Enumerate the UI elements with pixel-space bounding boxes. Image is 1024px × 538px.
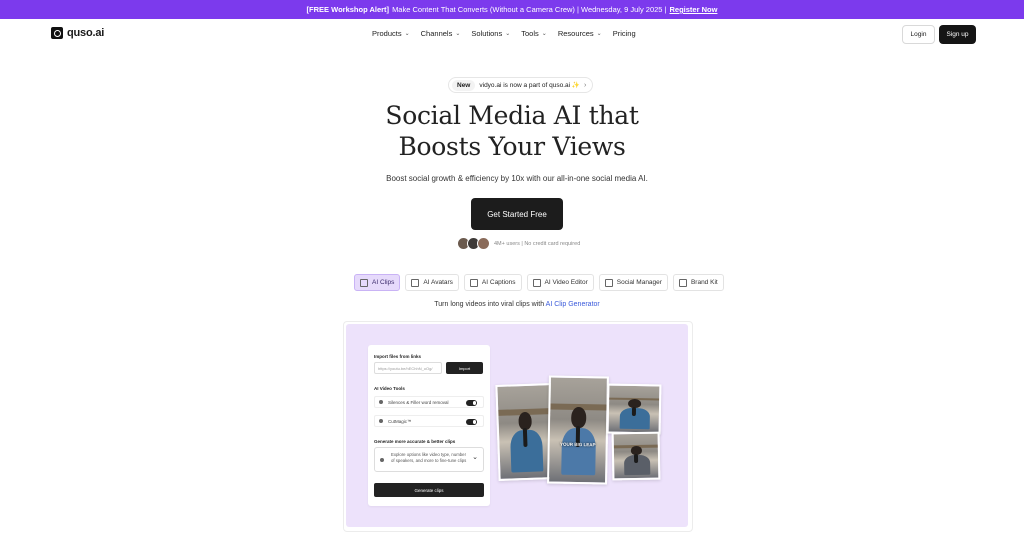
import-label: Import files from links bbox=[374, 354, 422, 359]
tab-label: AI Avatars bbox=[423, 279, 453, 286]
clip-thumbnail bbox=[495, 383, 555, 481]
avatar-icon bbox=[411, 278, 420, 287]
user-avatars bbox=[457, 237, 490, 250]
magic-icon bbox=[379, 419, 383, 423]
explore-options[interactable]: Explore options like video type, number … bbox=[374, 447, 484, 472]
chevron-down-icon: ⌄ bbox=[541, 31, 547, 37]
proof-text: 4M+ users | No credit card required bbox=[494, 240, 581, 247]
tab-label: AI Video Editor bbox=[544, 279, 588, 286]
nav-item-resources[interactable]: Resources ⌄ bbox=[558, 29, 602, 38]
scissors-icon bbox=[379, 400, 383, 404]
main-nav: Products ⌄ Channels ⌄ Solutions ⌄ Tools … bbox=[372, 29, 647, 38]
login-button[interactable]: Login bbox=[902, 25, 935, 44]
silence-removal-toggle[interactable] bbox=[466, 400, 477, 406]
generate-label: Generate more accurate & better clips bbox=[374, 439, 456, 444]
social-proof: 4M+ users | No credit card required bbox=[457, 237, 580, 250]
nav-item-channels[interactable]: Channels ⌄ bbox=[421, 29, 461, 38]
nav-label: Tools bbox=[521, 29, 539, 38]
nav-item-pricing[interactable]: Pricing bbox=[613, 29, 636, 38]
magic-wand-icon bbox=[532, 278, 541, 287]
tab-social-manager[interactable]: Social Manager bbox=[598, 274, 668, 291]
url-input[interactable]: https://youtu.be/hEChhN_oOg/ bbox=[374, 362, 442, 374]
avatar bbox=[477, 237, 490, 250]
logo-icon bbox=[51, 27, 63, 39]
nav-item-solutions[interactable]: Solutions ⌄ bbox=[471, 29, 510, 38]
clips-icon bbox=[360, 278, 368, 287]
tab-ai-captions[interactable]: AI Captions bbox=[463, 274, 522, 291]
generate-clips-button[interactable]: Generate clips bbox=[374, 483, 484, 497]
clip-thumbnail bbox=[611, 431, 661, 481]
tab-caption-text: Turn long videos into viral clips with bbox=[434, 301, 545, 308]
chevron-down-icon: ⌄ bbox=[404, 31, 410, 37]
pill-text: vidyo.ai is now a part of quso.ai ✨ bbox=[479, 82, 580, 89]
logo[interactable]: quso.ai bbox=[51, 27, 104, 39]
hero-title: Social Media AI that Boosts Your Views bbox=[0, 100, 1024, 162]
announcement-pill[interactable]: New vidyo.ai is now a part of quso.ai ✨ … bbox=[448, 77, 594, 93]
site-header: quso.ai Products ⌄ Channels ⌄ Solutions … bbox=[0, 19, 1024, 51]
tab-ai-avatars[interactable]: AI Avatars bbox=[405, 274, 459, 291]
tool-cutmagic: CutMagic™ bbox=[374, 415, 484, 427]
cutmagic-toggle[interactable] bbox=[466, 419, 477, 425]
chevron-down-icon: ⌄ bbox=[596, 31, 602, 37]
chevron-down-icon: ⌄ bbox=[455, 31, 461, 37]
ai-clip-generator-link[interactable]: AI Clip Generator bbox=[546, 301, 600, 308]
tab-caption: Turn long videos into viral clips with A… bbox=[0, 301, 1024, 308]
tab-label: Brand Kit bbox=[690, 279, 718, 286]
calendar-icon bbox=[604, 278, 613, 287]
chevron-right-icon: › bbox=[583, 81, 587, 89]
logo-text: quso.ai bbox=[67, 27, 105, 39]
chevron-down-icon: ⌄ bbox=[472, 454, 478, 461]
nav-label: Pricing bbox=[612, 29, 636, 38]
tool-silence-removal: Silences & Filler word removal bbox=[374, 396, 484, 408]
new-badge: New bbox=[452, 79, 476, 91]
tab-ai-clips[interactable]: AI Clips bbox=[354, 274, 401, 291]
banner-tag: [FREE Workshop Alert] bbox=[306, 5, 390, 14]
hero-subtitle: Boost social growth & efficiency by 10x … bbox=[386, 174, 648, 183]
nav-label: Solutions bbox=[471, 29, 503, 38]
captions-icon bbox=[469, 278, 478, 287]
clip-thumbnail bbox=[606, 383, 662, 435]
brand-kit-icon bbox=[678, 278, 687, 287]
signup-button[interactable]: Sign up bbox=[939, 25, 976, 44]
tab-label: AI Captions bbox=[481, 279, 516, 286]
nav-label: Products bbox=[372, 29, 402, 38]
tab-label: AI Clips bbox=[372, 279, 395, 286]
tool-label: CutMagic™ bbox=[388, 418, 412, 424]
import-button[interactable]: Import bbox=[446, 362, 483, 374]
feature-tabs: AI Clips AI Avatars AI Captions AI Video… bbox=[354, 274, 724, 291]
chevron-down-icon: ⌄ bbox=[505, 31, 511, 37]
hero-title-line: Social Media AI that bbox=[385, 101, 639, 130]
settings-icon bbox=[380, 458, 384, 462]
tab-label: Social Manager bbox=[616, 279, 662, 286]
explore-text: Explore options like video type, number … bbox=[391, 452, 467, 463]
nav-item-tools[interactable]: Tools ⌄ bbox=[521, 29, 547, 38]
tools-label: AI Video Tools bbox=[374, 386, 405, 391]
announcement-banner: [FREE Workshop Alert] Make Content That … bbox=[0, 0, 1024, 19]
banner-text: Make Content That Converts (Without a Ca… bbox=[392, 5, 667, 14]
register-now-link[interactable]: Register Now bbox=[670, 5, 718, 14]
tab-brand-kit[interactable]: Brand Kit bbox=[672, 274, 724, 291]
nav-item-products[interactable]: Products ⌄ bbox=[372, 29, 410, 38]
hero-title-line: Boosts Your Views bbox=[398, 132, 626, 161]
nav-label: Channels bbox=[420, 29, 453, 38]
clip-thumbnail-main: YOUR BIG LEAP bbox=[547, 375, 609, 485]
tool-label: Silences & Filler word removal bbox=[388, 399, 449, 405]
nav-label: Resources bbox=[557, 29, 594, 38]
clip-caption: YOUR BIG LEAP bbox=[559, 442, 596, 448]
tab-ai-video-editor[interactable]: AI Video Editor bbox=[526, 274, 594, 291]
get-started-button[interactable]: Get Started Free bbox=[471, 198, 563, 230]
